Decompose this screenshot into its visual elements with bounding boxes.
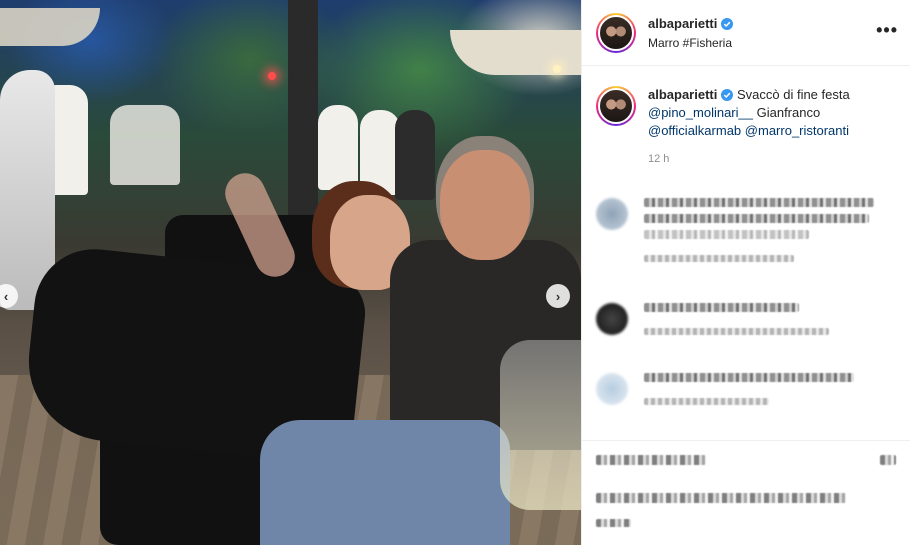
background-person xyxy=(318,105,358,190)
comment-avatar xyxy=(596,303,628,335)
mention-link[interactable]: @marro_ristoranti xyxy=(745,123,849,138)
pole xyxy=(288,0,318,230)
post-time: 12 h xyxy=(648,153,670,165)
username-link[interactable]: albaparietti xyxy=(648,16,734,31)
blurred-text xyxy=(644,214,869,223)
blurred-meta xyxy=(644,255,794,262)
comment xyxy=(596,373,854,412)
post-panel: albaparietti Marro #Fisheria ••• albapar… xyxy=(581,0,910,545)
more-options-icon[interactable]: ••• xyxy=(876,20,898,41)
blurred-text xyxy=(644,198,874,207)
username-text: albaparietti xyxy=(648,16,718,31)
actions-bar xyxy=(582,440,910,545)
blurred-text xyxy=(644,373,854,382)
string-light xyxy=(553,65,561,73)
wine-glass xyxy=(500,340,581,510)
string-light xyxy=(268,72,276,80)
jeans xyxy=(260,420,510,545)
blurred-text xyxy=(644,230,809,239)
comment-avatar xyxy=(596,373,628,405)
avatar[interactable] xyxy=(596,12,636,53)
chevron-left-icon: ‹ xyxy=(3,288,9,304)
blurred-icon xyxy=(880,455,896,465)
blurred-text xyxy=(596,455,706,465)
post-photo[interactable]: ‹ › xyxy=(0,0,581,545)
background-person xyxy=(110,105,180,185)
blurred-meta xyxy=(644,328,829,335)
caption: albaparietti Svaccò di fine festa @pino_… xyxy=(582,66,910,168)
verified-badge-icon xyxy=(721,89,734,101)
umbrella xyxy=(450,30,581,75)
blurred-meta xyxy=(644,398,769,405)
mention-link[interactable]: @pino_molinari__ xyxy=(648,105,753,120)
mention-link[interactable]: @officialkarmab xyxy=(648,123,741,138)
next-photo-button[interactable]: › xyxy=(546,284,570,308)
caption-text: Svaccò di fine festa xyxy=(736,87,850,102)
post-header: albaparietti Marro #Fisheria ••• xyxy=(582,0,910,66)
verified-badge-icon xyxy=(721,17,734,30)
blurred-text xyxy=(596,493,846,503)
caption-username[interactable]: albaparietti xyxy=(648,86,734,104)
avatar[interactable] xyxy=(596,86,636,126)
comment-avatar xyxy=(596,198,628,230)
blurred-text xyxy=(596,519,631,527)
comment xyxy=(596,303,829,342)
comment xyxy=(596,198,874,269)
man-face xyxy=(440,150,530,260)
umbrella xyxy=(0,8,100,46)
caption-name: Gianfranco xyxy=(756,105,821,120)
chevron-right-icon: › xyxy=(555,288,561,304)
blurred-text xyxy=(644,303,799,312)
location-link[interactable]: Marro #Fisheria xyxy=(648,36,733,50)
background-person xyxy=(395,110,435,200)
background-person xyxy=(360,110,400,195)
